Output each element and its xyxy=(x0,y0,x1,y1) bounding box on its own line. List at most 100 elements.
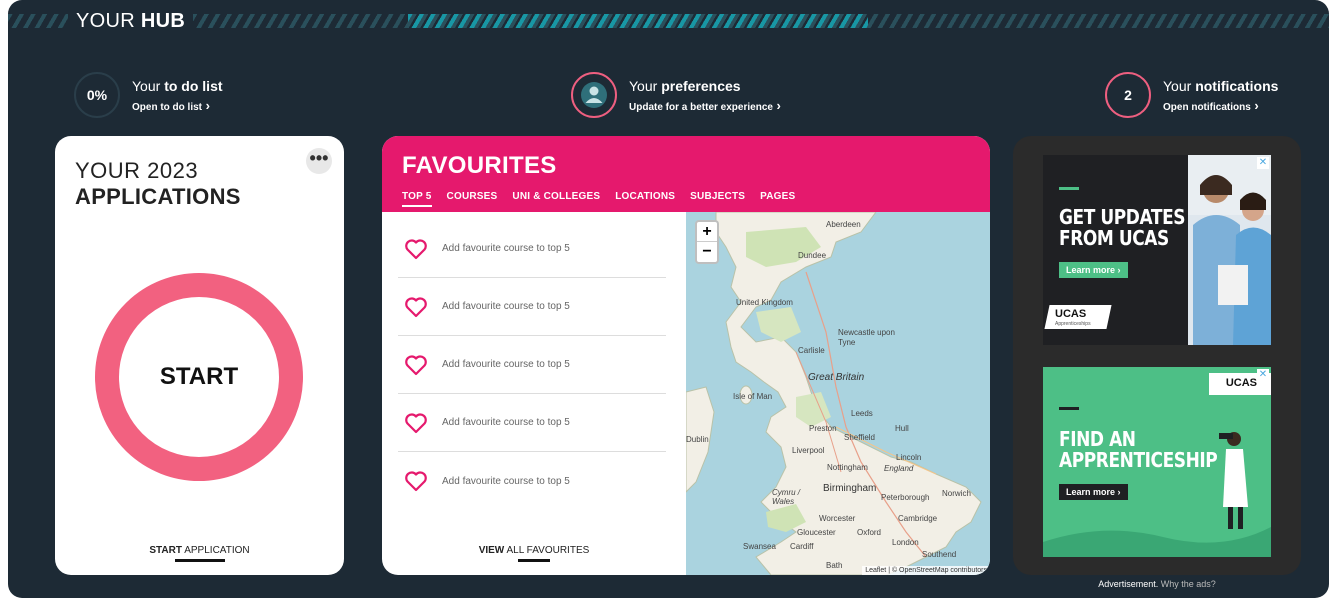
notifications-title: Your notifications xyxy=(1163,77,1279,94)
map-label: Oxford xyxy=(857,528,882,537)
ad-get-updates[interactable]: GET UPDATES FROM UCAS Learn more › UCAS … xyxy=(1043,155,1271,345)
favourite-item-label: Add favourite course to top 5 xyxy=(442,359,570,370)
tab-subjects[interactable]: SUBJECTS xyxy=(690,191,745,207)
map-label: Cardiff xyxy=(790,542,814,551)
tab-uni-colleges[interactable]: UNI & COLLEGES xyxy=(512,191,600,207)
map-label: Dublin xyxy=(686,435,709,444)
why-ads-link[interactable]: Why the ads? xyxy=(1161,579,1216,589)
map-zoom-control: + − xyxy=(695,220,719,264)
heart-icon[interactable] xyxy=(404,412,428,434)
preferences-sub-link[interactable]: Update for a better experience xyxy=(629,98,781,113)
list-item[interactable]: Add favourite course to top 5 xyxy=(398,278,666,336)
map-label: Bath xyxy=(826,561,843,570)
ad-accent-bar xyxy=(1059,187,1079,190)
favourite-item-label: Add favourite course to top 5 xyxy=(442,475,570,487)
advertisement-label: Advertisement. xyxy=(1098,579,1159,589)
map-label: Carlisle xyxy=(798,346,825,355)
map-label: Peterborough xyxy=(881,493,930,502)
apprentice-illustration xyxy=(1043,432,1271,557)
favourites-list: Add favourite course to top 5 Add favour… xyxy=(398,220,666,510)
nurse-photo xyxy=(1188,155,1271,345)
map-label: Worcester xyxy=(819,514,856,523)
map-label: Southend xyxy=(922,550,957,559)
more-options-button[interactable]: ••• xyxy=(306,148,332,174)
todo-sub-link[interactable]: Open to do list xyxy=(132,98,223,113)
map-label: Newcastle upon Tyne xyxy=(838,328,895,347)
todo-list-link[interactable]: 0% Your to do list Open to do list xyxy=(74,72,223,118)
list-item[interactable]: Add favourite course to top 5 xyxy=(398,452,666,510)
tab-courses[interactable]: COURSES xyxy=(447,191,498,207)
preferences-link[interactable]: Your preferences Update for a better exp… xyxy=(571,72,781,118)
close-icon[interactable]: ✕ xyxy=(1257,369,1269,381)
map-label: Isle of Man xyxy=(733,392,773,401)
applications-label: APPLICATIONS xyxy=(75,184,241,209)
ucas-logo-text: UCAS xyxy=(1055,308,1087,320)
start-application-link[interactable]: START APPLICATION xyxy=(55,545,344,556)
view-all-favourites-link[interactable]: VIEW ALL FAVOURITES xyxy=(382,545,686,556)
notifications-link[interactable]: 2 Your notifications Open notifications xyxy=(1105,72,1278,118)
tab-top5[interactable]: TOP 5 xyxy=(402,191,432,207)
applications-card: YOUR 2023 APPLICATIONS ••• START START A… xyxy=(55,136,344,575)
heart-icon[interactable] xyxy=(404,238,428,260)
map-label: England xyxy=(884,464,914,473)
close-icon[interactable]: ✕ xyxy=(1257,157,1269,169)
favourite-item-label: Add favourite course to top 5 xyxy=(442,417,570,428)
ucas-logo-sub: Apprenticeships xyxy=(1055,321,1091,327)
preferences-title: Your preferences xyxy=(629,77,741,94)
map-label: Liverpool xyxy=(792,446,825,455)
person-icon xyxy=(571,72,617,118)
map-label: Preston xyxy=(809,424,837,433)
hub-header-stripes-highlight xyxy=(408,14,868,28)
list-item[interactable]: Add favourite course to top 5 xyxy=(398,336,666,394)
map-label: Sheffield xyxy=(844,433,875,442)
favourites-card: FAVOURITES TOP 5 COURSES UNI & COLLEGES … xyxy=(382,136,990,575)
tab-pages[interactable]: PAGES xyxy=(760,191,795,207)
ad1-learn-more-button[interactable]: Learn more › xyxy=(1059,262,1128,278)
hub-title-prefix: YOUR xyxy=(76,10,135,32)
favourites-title: FAVOURITES xyxy=(402,152,557,179)
start-link-underline xyxy=(175,559,225,562)
view-all-underline xyxy=(518,559,550,562)
map-attribution[interactable]: Leaflet | © OpenStreetMap contributors xyxy=(862,566,990,575)
zoom-out-button[interactable]: − xyxy=(697,242,717,262)
hub-title: YOUR HUB xyxy=(68,10,194,33)
map-label: Nottingham xyxy=(827,463,868,472)
favourites-tabs: TOP 5 COURSES UNI & COLLEGES LOCATIONS S… xyxy=(402,191,795,207)
notifications-sub-link[interactable]: Open notifications xyxy=(1163,98,1278,113)
map-label: Aberdeen xyxy=(826,220,861,229)
map-label: Cambridge xyxy=(898,514,938,523)
map-label: United Kingdom xyxy=(736,298,793,307)
map-label: Great Britain xyxy=(808,372,865,383)
ad1-headline: GET UPDATES FROM UCAS xyxy=(1059,205,1186,250)
applications-year: YOUR 2023 xyxy=(75,158,199,183)
ad-find-apprenticeship[interactable]: UCAS FIND AN APPRENTICESHIP Learn more ›… xyxy=(1043,367,1271,557)
favourite-item-label: Add favourite course to top 5 xyxy=(442,243,570,254)
favourite-item-label: Add favourite course to top 5 xyxy=(442,301,570,312)
your-hub-panel: YOUR HUB 0% Your to do list Open to do l… xyxy=(8,0,1329,598)
todo-title: Your to do list xyxy=(132,77,223,94)
heart-icon[interactable] xyxy=(404,470,428,492)
list-item[interactable]: Add favourite course to top 5 xyxy=(398,220,666,278)
advertisement-panel: GET UPDATES FROM UCAS Learn more › UCAS … xyxy=(1013,136,1301,575)
tab-locations[interactable]: LOCATIONS xyxy=(615,191,675,207)
notifications-count: 2 xyxy=(1105,72,1151,118)
applications-title: YOUR 2023 APPLICATIONS xyxy=(75,158,241,210)
heart-icon[interactable] xyxy=(404,354,428,376)
map-label: Leeds xyxy=(851,409,873,418)
favourites-header: FAVOURITES TOP 5 COURSES UNI & COLLEGES … xyxy=(382,136,990,212)
map-label: Hull xyxy=(895,424,909,433)
start-ring-button[interactable]: START xyxy=(95,273,303,481)
map-label: Birmingham xyxy=(823,483,877,494)
map-label: Cymru / Wales xyxy=(772,488,800,506)
start-ring-label: START xyxy=(159,363,239,390)
zoom-in-button[interactable]: + xyxy=(697,222,717,242)
heart-icon[interactable] xyxy=(404,296,428,318)
favourites-map[interactable]: + − Aberdeen Dundee United Kingdom Newca… xyxy=(686,212,990,575)
map-label: Lincoln xyxy=(896,453,922,462)
map-label: Gloucester xyxy=(797,528,836,537)
map-label: Dundee xyxy=(798,251,827,260)
map-label: London xyxy=(892,538,919,547)
list-item[interactable]: Add favourite course to top 5 xyxy=(398,394,666,452)
map-label: Norwich xyxy=(942,489,971,498)
advertisement-note: Advertisement. Why the ads? xyxy=(1013,579,1301,589)
